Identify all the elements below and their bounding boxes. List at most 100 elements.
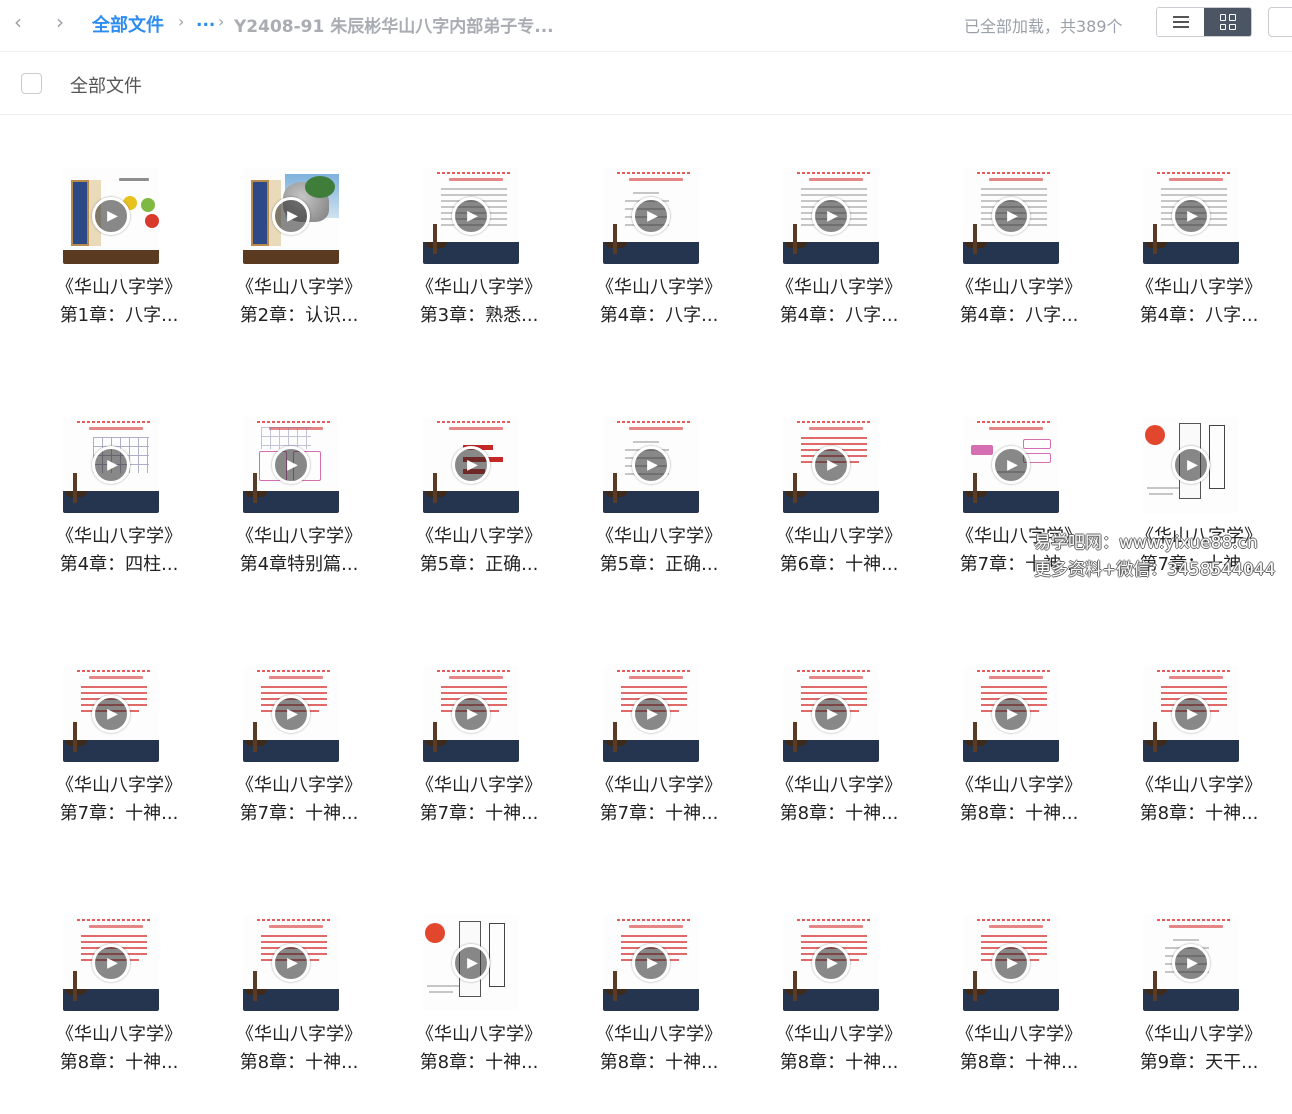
file-tile[interactable]: ▶ 《华山八字学》 第8章：十神... xyxy=(939,614,1099,854)
file-name: 《华山八字学》 第6章：十神... xyxy=(759,523,919,579)
file-tile[interactable]: ▶ 《华山八字学》 第8章：十神... xyxy=(759,863,919,1103)
play-icon[interactable]: ▶ xyxy=(452,695,490,733)
play-icon[interactable]: ▶ xyxy=(992,944,1030,982)
play-icon[interactable]: ▶ xyxy=(812,446,850,484)
file-name-line2: 第8章：十神... xyxy=(599,1052,719,1073)
play-icon[interactable]: ▶ xyxy=(272,695,310,733)
file-name: 《华山八字学》 第5章：正确... xyxy=(579,523,739,579)
chevron-left-icon[interactable]: ‹ xyxy=(6,10,30,34)
file-name: 《华山八字学》 第3章：熟悉... xyxy=(399,274,559,330)
file-name-line1: 《华山八字学》 xyxy=(596,526,722,547)
file-name-line2: 第7章：十神... xyxy=(59,803,179,824)
file-name-line2: 第8章：十神... xyxy=(59,1052,179,1073)
file-tile[interactable]: ▶ 《华山八字学》 第5章：正确... xyxy=(399,365,559,605)
play-icon[interactable]: ▶ xyxy=(1172,197,1210,235)
file-tile[interactable]: ▶ 《华山八字学》 第8章：十神... xyxy=(579,863,739,1103)
file-tile[interactable]: ▶ 《华山八字学》 第4章：四柱... xyxy=(39,365,199,605)
play-icon[interactable]: ▶ xyxy=(1172,944,1210,982)
file-name-line2: 第4章：八字... xyxy=(1139,305,1259,326)
file-tile[interactable]: ▶ 《华山八字学》 第7章：十神... xyxy=(399,614,559,854)
file-name-line2: 第3章：熟悉... xyxy=(419,305,539,326)
file-tile[interactable]: ▶ 《华山八字学》 第2章：认识... xyxy=(219,116,379,356)
play-icon[interactable]: ▶ xyxy=(272,446,310,484)
chevron-right-icon[interactable]: › xyxy=(48,10,72,34)
file-name-line1: 《华山八字学》 xyxy=(236,526,362,547)
select-all-checkbox[interactable] xyxy=(21,73,42,94)
file-tile[interactable]: ▶ 《华山八字学》 第3章：熟悉... xyxy=(399,116,559,356)
file-tile[interactable]: ▶ 《华山八字学》 第4章特别篇... xyxy=(219,365,379,605)
play-icon[interactable]: ▶ xyxy=(92,944,130,982)
play-icon[interactable]: ▶ xyxy=(812,944,850,982)
breadcrumb-ellipsis[interactable]: ... xyxy=(196,11,215,31)
file-tile[interactable]: ▶ 《华山八字学》 第8章：十神... xyxy=(39,863,199,1103)
more-button[interactable] xyxy=(1268,7,1292,37)
file-name-line1: 《华山八字学》 xyxy=(1136,775,1262,796)
file-tile[interactable]: ▶ 《华山八字学》 第5章：正确... xyxy=(579,365,739,605)
file-name: 《华山八字学》 第7章：十神... xyxy=(579,772,739,828)
play-icon[interactable]: ▶ xyxy=(632,446,670,484)
file-name-line2: 第8章：十神... xyxy=(959,803,1079,824)
play-icon[interactable]: ▶ xyxy=(92,446,130,484)
file-name-line1: 《华山八字学》 xyxy=(596,1024,722,1045)
list-view-button[interactable] xyxy=(1157,8,1204,36)
file-tile[interactable]: ▶ 《华山八字学》 第7章：十神... xyxy=(219,614,379,854)
play-icon[interactable]: ▶ xyxy=(632,944,670,982)
play-icon[interactable]: ▶ xyxy=(272,944,310,982)
file-name-line1: 《华山八字学》 xyxy=(956,775,1082,796)
file-tile[interactable]: ▶ 《华山八字学》 第4章：八字... xyxy=(1119,116,1279,356)
file-name-line2: 第7章：十神... xyxy=(419,803,539,824)
file-name: 《华山八字学》 第8章：十神... xyxy=(759,772,919,828)
list-header: 全部文件 xyxy=(0,53,1292,115)
file-tile[interactable]: ▶ 《华山八字学》 第1章：八字... xyxy=(39,116,199,356)
file-tile[interactable]: ▶ 《华山八字学》 第8章：十神... xyxy=(219,863,379,1103)
file-name-line1: 《华山八字学》 xyxy=(1136,277,1262,298)
file-tile[interactable]: ▶ 《华山八字学》 第9章：天干... xyxy=(1119,863,1279,1103)
file-name-line1: 《华山八字学》 xyxy=(416,775,542,796)
file-name-line2: 第5章：正确... xyxy=(419,554,539,575)
file-tile[interactable]: ▶ 《华山八字学》 第8章：十神... xyxy=(759,614,919,854)
file-name-line1: 《华山八字学》 xyxy=(776,277,902,298)
file-name: 《华山八字学》 第5章：正确... xyxy=(399,523,559,579)
file-name-line2: 第4章：八字... xyxy=(959,305,1079,326)
file-name-line1: 《华山八字学》 xyxy=(56,1024,182,1045)
play-icon[interactable]: ▶ xyxy=(992,446,1030,484)
file-tile[interactable]: ▶ 《华山八字学》 第4章：八字... xyxy=(759,116,919,356)
file-name-line2: 第2章：认识... xyxy=(239,305,359,326)
play-icon[interactable]: ▶ xyxy=(992,695,1030,733)
breadcrumb-separator-icon: › xyxy=(218,12,225,31)
play-icon[interactable]: ▶ xyxy=(632,695,670,733)
play-icon[interactable]: ▶ xyxy=(812,197,850,235)
play-icon[interactable]: ▶ xyxy=(632,197,670,235)
play-icon[interactable]: ▶ xyxy=(812,695,850,733)
file-tile[interactable]: ▶ 《华山八字学》 第4章：八字... xyxy=(579,116,739,356)
file-name-line1: 《华山八字学》 xyxy=(776,775,902,796)
breadcrumb-root[interactable]: 全部文件 xyxy=(92,11,164,37)
file-name-line1: 《华山八字学》 xyxy=(596,775,722,796)
play-icon[interactable]: ▶ xyxy=(272,197,310,235)
file-name: 《华山八字学》 第4章特别篇... xyxy=(219,523,379,579)
file-tile[interactable]: ▶ 《华山八字学》 第7章：十神... xyxy=(39,614,199,854)
file-name-line1: 《华山八字学》 xyxy=(1136,1024,1262,1045)
play-icon[interactable]: ▶ xyxy=(92,197,130,235)
file-tile[interactable]: ▶ 《华山八字学》 第4章：八字... xyxy=(939,116,1099,356)
file-tile[interactable]: ▶ 《华山八字学》 第7章：十神... xyxy=(579,614,739,854)
file-tile[interactable]: ▶ 《华山八字学》 第8章：十神... xyxy=(939,863,1099,1103)
play-icon[interactable]: ▶ xyxy=(452,446,490,484)
file-name-line1: 《华山八字学》 xyxy=(776,526,902,547)
file-tile[interactable]: ▶ 《华山八字学》 第8章：十神... xyxy=(1119,614,1279,854)
grid-view-button[interactable] xyxy=(1204,8,1251,36)
play-icon[interactable]: ▶ xyxy=(992,197,1030,235)
file-name: 《华山八字学》 第9章：天干... xyxy=(1119,1021,1279,1077)
file-name-line2: 第4章：八字... xyxy=(599,305,719,326)
play-icon[interactable]: ▶ xyxy=(1172,695,1210,733)
file-tile[interactable]: ▶ 《华山八字学》 第8章：十神... xyxy=(399,863,559,1103)
file-name: 《华山八字学》 第7章：十神... xyxy=(219,772,379,828)
file-name-line2: 第6章：十神... xyxy=(779,554,899,575)
file-tile[interactable]: ▶ 《华山八字学》 第6章：十神... xyxy=(759,365,919,605)
play-icon[interactable]: ▶ xyxy=(452,944,490,982)
play-icon[interactable]: ▶ xyxy=(452,197,490,235)
play-icon[interactable]: ▶ xyxy=(92,695,130,733)
file-name: 《华山八字学》 第8章：十神... xyxy=(759,1021,919,1077)
play-icon[interactable]: ▶ xyxy=(1172,446,1210,484)
file-name-line1: 《华山八字学》 xyxy=(416,526,542,547)
